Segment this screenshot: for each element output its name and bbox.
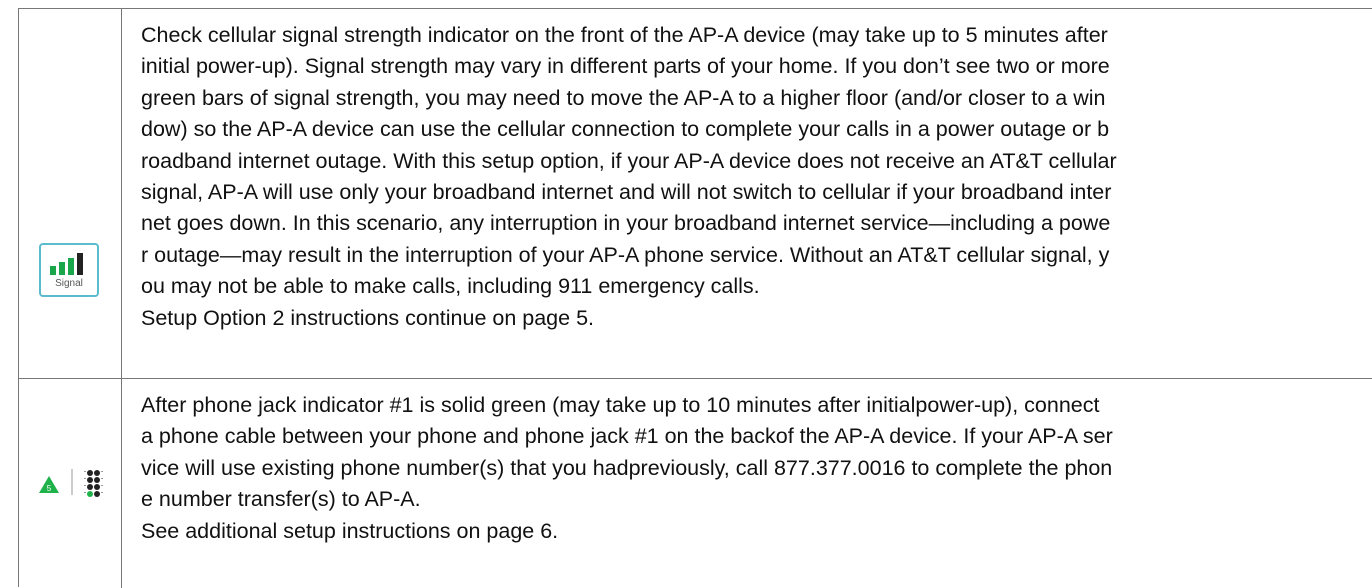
signal-strength-icon: Signal	[39, 243, 99, 297]
icon-cell: Signal	[19, 9, 122, 378]
icon-cell: 5	[19, 379, 122, 588]
instruction-text: Check cellular signal strength indicator…	[141, 23, 1117, 330]
table-row: Signal Check cellular signal strength in…	[19, 9, 1372, 379]
signal-bars-icon	[50, 253, 83, 275]
step-number: 5	[47, 484, 52, 493]
signal-icon-label: Signal	[55, 278, 83, 289]
instruction-text: After phone jack indicator #1 is solid g…	[141, 393, 1113, 543]
table-row: 5 After phone jack indicator #1 is solid…	[19, 379, 1372, 588]
phone-jack-indicator-icon	[84, 470, 103, 497]
step-number-icon: 5	[39, 476, 59, 493]
step-5-icons: 5	[39, 469, 103, 497]
instruction-table: Signal Check cellular signal strength in…	[18, 8, 1372, 588]
